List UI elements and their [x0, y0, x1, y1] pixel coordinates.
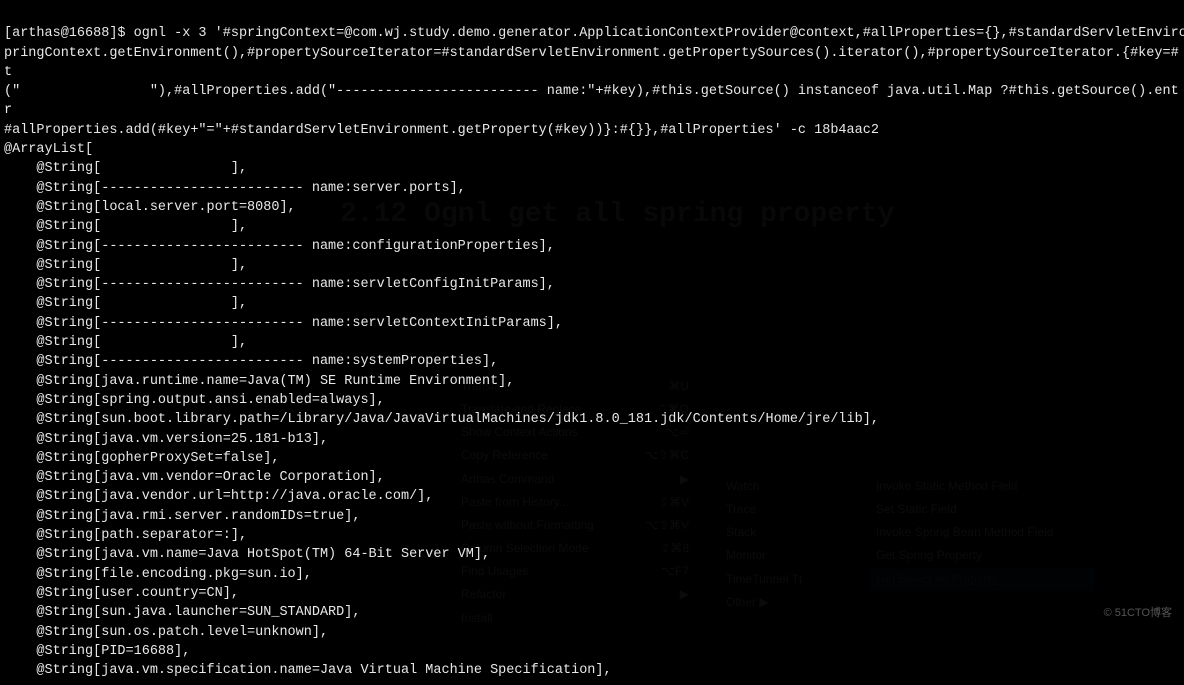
- terminal-line: @String[sun.boot.library.path=/Library/J…: [4, 410, 1180, 429]
- terminal-line: @String[PID=16688],: [4, 642, 1180, 661]
- terminal-line: @String[spring.output.ansi.enabled=alway…: [4, 391, 1180, 410]
- terminal-command-cont3: #allProperties.add(#key+"="+#standardSer…: [4, 123, 879, 138]
- terminal-line: @String[file.encoding.pkg=sun.io],: [4, 565, 1180, 584]
- terminal-command-cont1: pringContext.getEnvironment(),#propertyS…: [4, 46, 1179, 80]
- terminal-line: @String[ ],: [4, 159, 1180, 178]
- terminal-line: @String[java.vendor.url=http://java.orac…: [4, 487, 1180, 506]
- terminal-prompt: [arthas@16688]$ ognl -x 3 '#springContex…: [4, 26, 1184, 41]
- terminal-line: @String[java.runtime.name=Java(TM) SE Ru…: [4, 372, 1180, 391]
- terminal-output-header: @ArrayList[: [4, 142, 93, 157]
- terminal-line: @String[ ],: [4, 256, 1180, 275]
- terminal-line: @String[------------------------- name:s…: [4, 352, 1180, 371]
- terminal-line: @String[java.vm.version=25.181-b13],: [4, 430, 1180, 449]
- terminal-line: @String[local.server.port=8080],: [4, 198, 1180, 217]
- terminal-output-lines: @String[ ], @String[--------------------…: [4, 159, 1180, 680]
- terminal-line: @String[user.country=CN],: [4, 584, 1180, 603]
- terminal-line: @String[ ],: [4, 294, 1180, 313]
- terminal-line: @String[java.rmi.server.randomIDs=true],: [4, 507, 1180, 526]
- terminal-line: @String[ ],: [4, 217, 1180, 236]
- terminal-line: @String[java.vm.vendor=Oracle Corporatio…: [4, 468, 1180, 487]
- terminal-line: @String[------------------------- name:s…: [4, 314, 1180, 333]
- terminal-line: @String[path.separator=:],: [4, 526, 1180, 545]
- terminal-area[interactable]: [arthas@16688]$ ognl -x 3 '#springContex…: [0, 0, 1184, 685]
- terminal-line: @String[gopherProxySet=false],: [4, 449, 1180, 468]
- terminal-line: @String[------------------------- name:s…: [4, 179, 1180, 198]
- terminal-line: @String[sun.os.patch.level=unknown],: [4, 623, 1180, 642]
- watermark: © 51CTO博客: [1104, 606, 1172, 622]
- terminal-line: @String[sun.java.launcher=SUN_STANDARD],: [4, 603, 1180, 622]
- terminal-line: @String[java.vm.specification.name=Java …: [4, 661, 1180, 680]
- terminal-command-cont2: (" "),#allProperties.add("--------------…: [4, 84, 1179, 118]
- terminal-line: @String[------------------------- name:s…: [4, 275, 1180, 294]
- terminal-line: @String[java.vm.name=Java HotSpot(TM) 64…: [4, 545, 1180, 564]
- terminal-line: @String[ ],: [4, 333, 1180, 352]
- terminal-line: @String[------------------------- name:c…: [4, 237, 1180, 256]
